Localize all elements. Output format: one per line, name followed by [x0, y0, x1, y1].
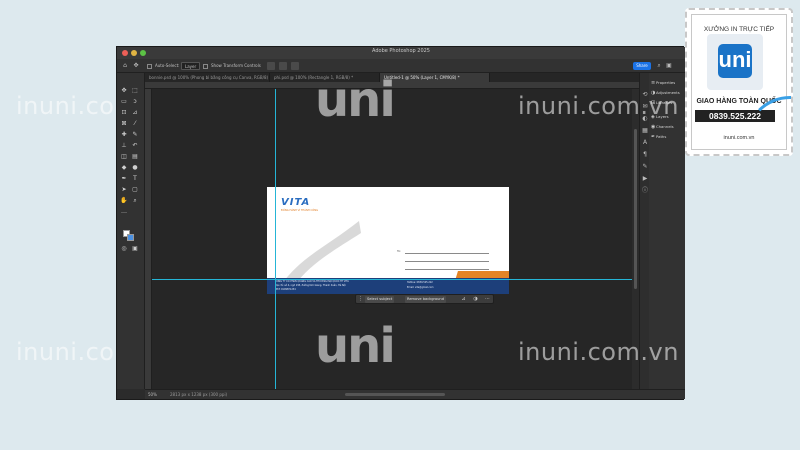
drag-handle-icon[interactable]: ⋮ — [357, 296, 364, 303]
home-icon[interactable]: ⌂ — [121, 62, 129, 70]
remove-background-button[interactable]: Remove background — [405, 296, 446, 303]
footer-company: CÔNG TY CỔ PHẦN QUẢNG CÁO VÀ THƯƠNG MẠI … — [275, 280, 349, 283]
transform-controls-checkbox[interactable] — [203, 63, 208, 69]
crop-icon[interactable]: ⊿ — [460, 296, 467, 303]
auto-select-label: Auto-Select: — [155, 63, 180, 68]
more-options-icon[interactable] — [291, 62, 299, 70]
zoom-tool-icon[interactable]: ⌕ — [131, 197, 139, 205]
frame-tool-icon[interactable]: ⊠ — [120, 120, 128, 128]
eyedropper-icon[interactable]: ⁄ — [131, 120, 139, 128]
background-color-swatch[interactable] — [127, 234, 134, 241]
path-select-icon[interactable]: ➤ — [120, 186, 128, 194]
info-icon[interactable]: ⓘ — [641, 187, 649, 195]
badge-top-text: XƯỞNG IN TRỰC TIẾP — [703, 26, 775, 33]
lasso-tool-icon[interactable]: ↄ — [131, 98, 139, 106]
artboard-tool-icon[interactable]: ⬚ — [131, 87, 139, 95]
eraser-tool-icon[interactable]: ◫ — [120, 153, 128, 161]
tab-bonnie[interactable]: bonnie.psd @ 100% (Phong bì bằng công cụ… — [145, 73, 270, 82]
envelope-tagline: ĐỒNG HÀNH VÌ THÀNH CÔNG — [281, 209, 319, 212]
quick-mask-icon[interactable]: ◎ — [120, 245, 128, 253]
distribute-icon[interactable] — [279, 62, 287, 70]
screen-mode-icon[interactable]: ▣ — [131, 245, 139, 253]
footer-address: Địa chỉ: số 4, ngõ 138, đường Kim Giang,… — [275, 284, 346, 287]
swatches-icon[interactable]: ▦ — [641, 127, 649, 135]
horizontal-scroll-thumb[interactable] — [345, 393, 445, 396]
zoom-level[interactable]: 50% — [148, 392, 157, 397]
select-subject-button[interactable]: Select subject — [365, 296, 395, 303]
watermark-text: inuni.com.vn — [518, 92, 679, 120]
shape-tool-icon[interactable]: ▢ — [131, 186, 139, 194]
vertical-scroll-thumb[interactable] — [634, 129, 637, 289]
vertical-guide[interactable] — [275, 89, 276, 389]
move-tool-icon[interactable]: ✥ — [120, 87, 128, 95]
object-select-icon[interactable]: ⊡ — [120, 109, 128, 117]
character-icon[interactable]: A — [641, 139, 649, 147]
more-icon[interactable]: ⋯ — [484, 296, 491, 303]
promo-stamp-badge: XƯỞNG IN TRỰC TIẾP uni GIAO HÀNG TOÀN QU… — [685, 8, 793, 156]
document-info[interactable]: 2813 px x 1238 px (300 ppi) — [170, 392, 227, 397]
envelope-swoosh-graphic — [281, 221, 361, 287]
healing-brush-icon[interactable]: ✚ — [120, 131, 128, 139]
clone-stamp-icon[interactable]: ⊥ — [120, 142, 128, 150]
panel-label: Paths — [656, 134, 667, 139]
badge-logo: uni — [718, 44, 752, 78]
footer-tax: MST: 0109871234 — [275, 288, 296, 291]
hand-tool-icon[interactable]: ✋ — [120, 197, 128, 205]
contextual-task-bar: ⋮ Select subject Remove background ⊿ ◑ ⋯ — [355, 294, 494, 304]
history-brush-icon[interactable]: ↶ — [131, 142, 139, 150]
title-bar: Adobe Photoshop 2025 — [117, 47, 685, 59]
adjust-icon[interactable]: ◑ — [472, 296, 479, 303]
pen-tool-icon[interactable]: ✒ — [120, 175, 128, 183]
address-line — [405, 269, 489, 270]
envelope-design[interactable]: VITA ĐỒNG HÀNH VÌ THÀNH CÔNG To: CÔNG TY… — [267, 187, 509, 294]
paragraph-icon[interactable]: ¶ — [641, 151, 649, 159]
envelope-footer: CÔNG TY CỔ PHẦN QUẢNG CÁO VÀ THƯƠNG MẠI … — [267, 278, 509, 294]
tab-untitled-1[interactable]: Untitled-1 @ 50% (Layer 1, CMYK/8) * — [380, 73, 490, 82]
address-line — [405, 253, 489, 254]
vertical-ruler[interactable] — [145, 89, 152, 389]
search-icon[interactable]: ⌕ — [655, 62, 663, 70]
actions-icon[interactable]: ▶ — [641, 175, 649, 183]
transform-controls-label: Show Transform Controls — [211, 63, 261, 68]
brush-tool-icon[interactable]: ✎ — [131, 131, 139, 139]
panel-properties[interactable]: ≡Properties — [651, 79, 675, 87]
type-tool-icon[interactable]: T — [131, 175, 139, 183]
panel-label: Channels — [656, 124, 674, 129]
watermark-logo: uni — [315, 72, 396, 128]
panel-paths[interactable]: ✒Paths — [651, 133, 666, 141]
auto-select-checkbox[interactable] — [147, 63, 152, 69]
footer-hotline: Hotline: 0839.525.222 — [407, 281, 433, 284]
status-bar: 50% 2813 px x 1238 px (300 ppi) — [145, 389, 685, 399]
envelope-logo: VITA — [281, 197, 311, 208]
watermark-text: inuni.com.vn — [518, 338, 679, 366]
horizontal-guide[interactable] — [152, 279, 632, 280]
panel-channels[interactable]: ◉Channels — [651, 123, 674, 131]
auto-select-dropdown[interactable]: Layer — [181, 62, 201, 70]
watermark-logo: uni — [315, 318, 396, 374]
tools-panel: ✥ ⬚ ▭ ↄ ⊡ ⊿ ⊠ ⁄ ✚ ✎ ⊥ ↶ ◫ ▤ ◆ ● ✒ T ➤ ▢ … — [117, 73, 145, 389]
move-tool-icon[interactable]: ✥ — [132, 62, 140, 70]
workspace-icon[interactable]: ▣ — [665, 62, 673, 70]
align-icon[interactable] — [267, 62, 275, 70]
blur-tool-icon[interactable]: ◆ — [120, 164, 128, 172]
brushes-icon[interactable]: ✎ — [641, 163, 649, 171]
share-button[interactable]: Share — [633, 62, 651, 70]
envelope-to-label: To: — [397, 249, 402, 253]
address-line — [405, 261, 489, 262]
edit-toolbar-icon[interactable]: … — [120, 208, 128, 216]
dodge-tool-icon[interactable]: ● — [131, 164, 139, 172]
panel-label: Properties — [656, 80, 676, 85]
options-bar: ⌂ ✥ Auto-Select: Layer Show Transform Co… — [117, 59, 685, 73]
window-title: Adobe Photoshop 2025 — [372, 48, 430, 54]
gradient-tool-icon[interactable]: ▤ — [131, 153, 139, 161]
marquee-tool-icon[interactable]: ▭ — [120, 98, 128, 106]
crop-tool-icon[interactable]: ⊿ — [131, 109, 139, 117]
footer-email: Email: vita@gmail.com — [407, 286, 434, 289]
